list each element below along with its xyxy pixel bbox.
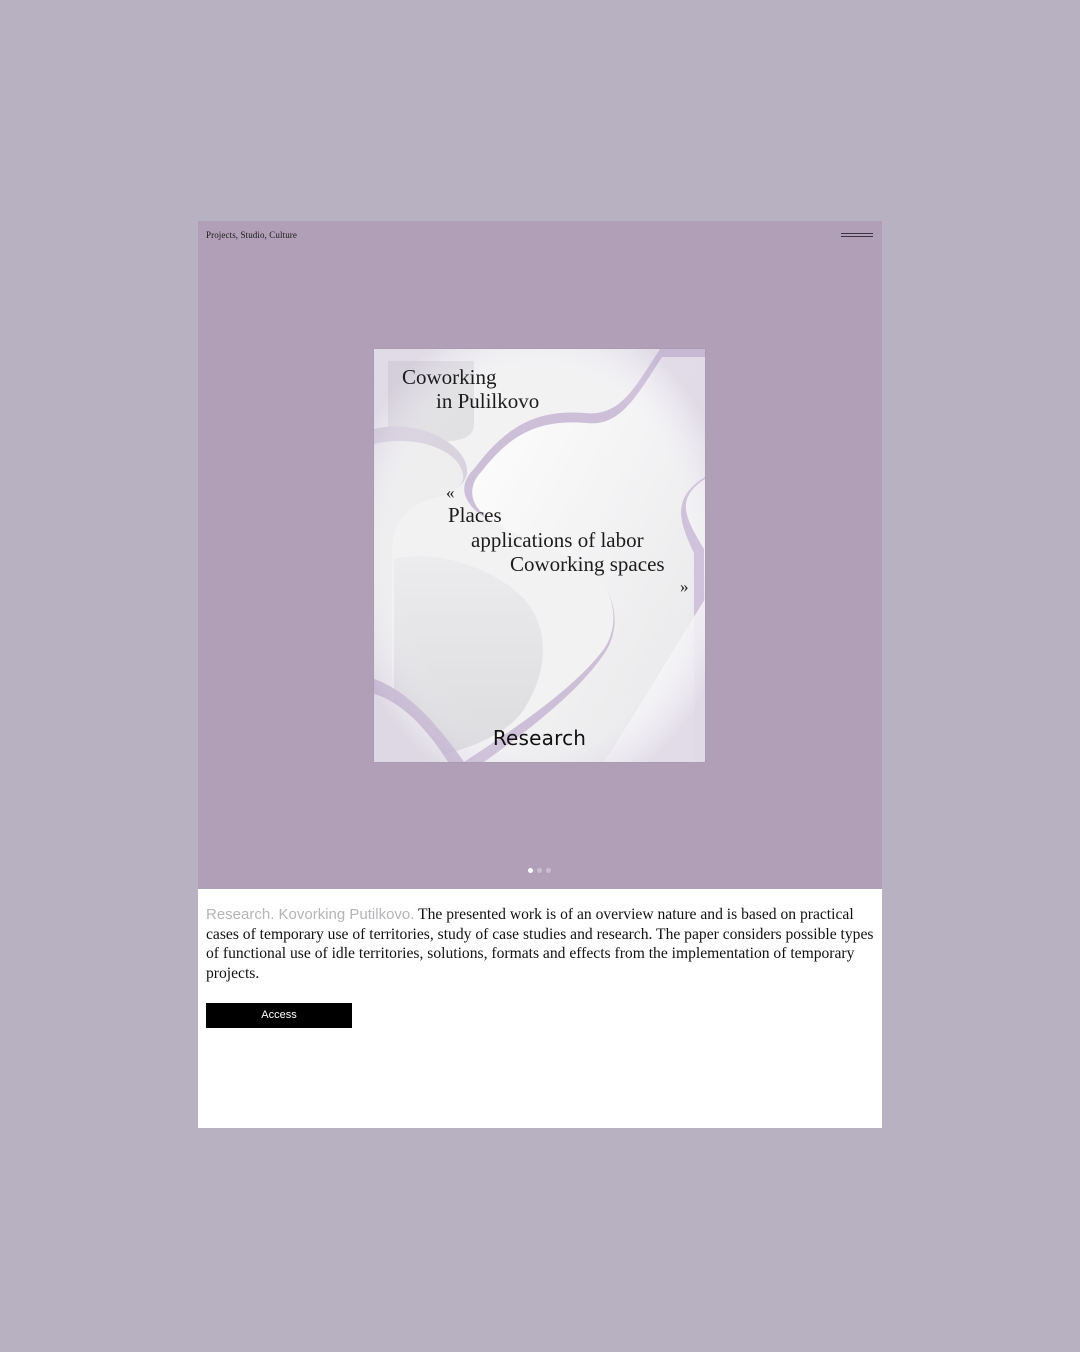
quote-line1: Places (448, 503, 502, 527)
description-lead: Research. Kovorking Putilkovo. (206, 906, 415, 923)
carousel-dot-3[interactable] (546, 868, 551, 873)
cover-title-line2: in Pulilkovo (436, 389, 540, 413)
site-nav-title[interactable]: Projects, Studio, Culture (206, 230, 297, 240)
publication-cover[interactable]: Coworking in Pulilkovo « Places applicati… (374, 349, 705, 762)
project-description: Research. Kovorking Putilkovo. The prese… (206, 905, 878, 983)
quote-open-mark: « (446, 483, 455, 502)
carousel-dot-2[interactable] (537, 868, 542, 873)
site-frame: Projects, Studio, Culture Coworking in P… (198, 221, 882, 1128)
quote-line2: applications of labor (471, 527, 644, 552)
cover-title: Coworking in Pulilkovo (402, 365, 539, 413)
quote-close-mark: » (680, 576, 689, 596)
quote-line3: Coworking spaces (510, 552, 665, 576)
cover-quote: « Places applications of labor Coworking… (446, 483, 689, 597)
cover-category-label: Research (492, 726, 587, 750)
carousel-dot-1[interactable] (528, 868, 533, 873)
cover-title-line1: Coworking (402, 365, 497, 389)
access-button[interactable]: Access (206, 1003, 352, 1028)
hamburger-menu-icon[interactable] (841, 232, 875, 240)
hero-section: Projects, Studio, Culture Coworking in P… (198, 221, 882, 889)
